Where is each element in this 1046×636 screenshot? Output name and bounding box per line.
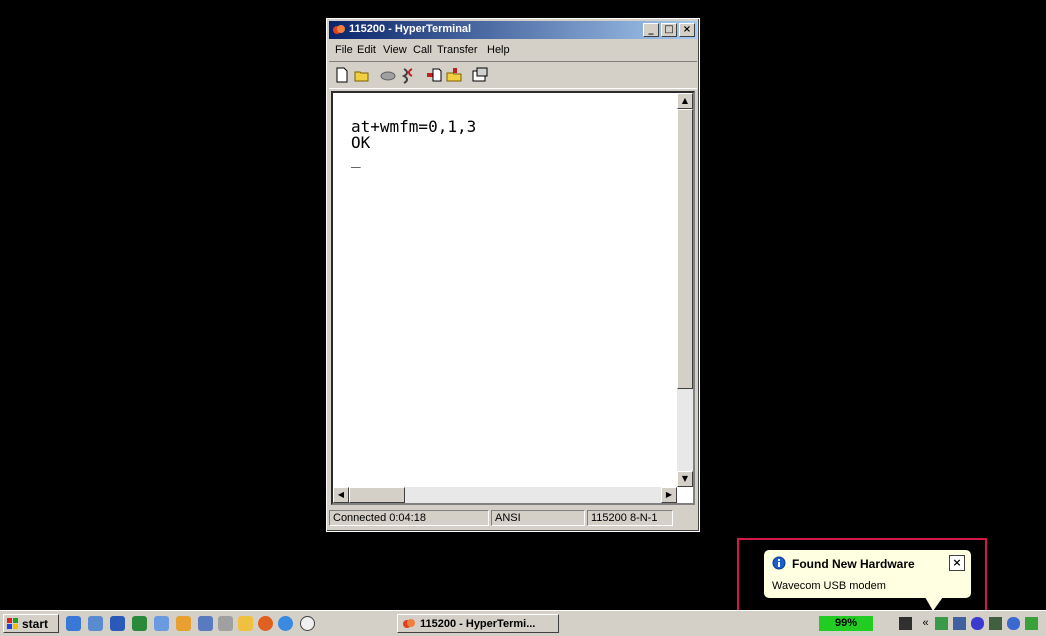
receive-icon[interactable] — [445, 66, 463, 84]
word-icon[interactable] — [110, 616, 125, 631]
excel-icon[interactable] — [132, 616, 147, 631]
taskbar: start 115200 - HyperTermi... 99% « — [0, 610, 1046, 636]
found-new-hardware-balloon[interactable]: Found New Hardware Wavecom USB modem × — [763, 549, 972, 599]
scroll-left-button[interactable]: ◀ — [333, 487, 349, 503]
menu-bar: File Edit View Call Transfer Help — [329, 41, 697, 59]
menu-view[interactable]: View — [383, 44, 407, 56]
horizontal-scroll-thumb[interactable] — [349, 487, 405, 503]
menu-help[interactable]: Help — [487, 44, 510, 56]
folder-icon[interactable] — [238, 616, 253, 631]
internet-explorer-icon[interactable] — [66, 616, 81, 631]
vertical-scrollbar[interactable]: ▲ ▼ — [677, 93, 693, 487]
network-icon[interactable] — [953, 617, 966, 630]
antivirus-icon[interactable] — [1007, 617, 1020, 630]
window-title: 115200 - HyperTerminal — [349, 23, 472, 35]
maximize-button[interactable]: □ — [661, 23, 677, 37]
menu-call[interactable]: Call — [413, 44, 432, 56]
shortcut-icon[interactable] — [218, 616, 233, 631]
menu-file[interactable]: File — [335, 44, 353, 56]
terminal-text: at+wmfm=0,1,3 OK _ — [351, 117, 477, 168]
messenger-icon[interactable] — [198, 616, 213, 631]
battery-indicator[interactable]: 99% — [819, 616, 873, 631]
hyperterminal-task-icon — [403, 619, 415, 628]
balloon-tail — [925, 597, 943, 611]
balloon-close-button[interactable]: × — [949, 555, 965, 571]
task-button-hyperterminal[interactable]: 115200 - HyperTermi... — [397, 614, 559, 633]
scroll-right-button[interactable]: ▶ — [661, 487, 677, 503]
media-player-icon[interactable] — [300, 616, 315, 631]
status-connected: Connected 0:04:18 — [329, 510, 489, 526]
tray-app-icon[interactable] — [1025, 617, 1038, 630]
calendar-icon[interactable] — [176, 616, 191, 631]
status-bar: Connected 0:04:18 ANSI 115200 8-N-1 — [329, 509, 697, 527]
disconnect-icon[interactable] — [399, 66, 417, 84]
system-tray: 99% « — [817, 614, 1046, 633]
bluetooth-icon[interactable] — [971, 617, 984, 630]
outlook-express-icon[interactable] — [154, 616, 169, 631]
terminal-area[interactable]: at+wmfm=0,1,3 OK _ ▲ ▼ ◀ ▶ — [331, 91, 695, 505]
task-button-label: 115200 - HyperTermi... — [420, 618, 536, 630]
scroll-down-button[interactable]: ▼ — [677, 471, 693, 487]
vertical-scroll-thumb[interactable] — [677, 109, 693, 389]
open-folder-icon[interactable] — [353, 66, 371, 84]
new-connection-icon[interactable] — [333, 66, 351, 84]
show-hidden-icons-chevron[interactable]: « — [919, 617, 932, 630]
power-plug-icon[interactable] — [899, 617, 912, 630]
menu-transfer[interactable]: Transfer — [437, 44, 478, 56]
outlook-icon[interactable] — [88, 616, 103, 631]
hardware-icon[interactable] — [935, 617, 948, 630]
windows-flag-icon — [7, 618, 18, 629]
start-label: start — [22, 617, 49, 631]
ie-browser-icon[interactable] — [278, 616, 293, 631]
status-emulation: ANSI — [491, 510, 585, 526]
close-button[interactable]: × — [679, 23, 695, 37]
menu-edit[interactable]: Edit — [357, 44, 376, 56]
minimize-button[interactable]: _ — [643, 23, 659, 37]
call-icon[interactable] — [379, 66, 397, 84]
info-icon — [772, 556, 786, 570]
title-bar[interactable]: 115200 - HyperTerminal _ □ × — [329, 21, 697, 39]
properties-icon[interactable] — [471, 66, 489, 84]
start-button[interactable]: start — [3, 614, 59, 633]
status-port-settings: 115200 8-N-1 — [587, 510, 673, 526]
firefox-icon[interactable] — [258, 616, 273, 631]
horizontal-scrollbar[interactable]: ◀ ▶ — [333, 487, 677, 503]
balloon-message: Wavecom USB modem — [772, 580, 886, 592]
hyperterminal-window: 115200 - HyperTerminal _ □ × File Edit V… — [326, 18, 700, 532]
lan-icon[interactable] — [989, 617, 1002, 630]
balloon-title: Found New Hardware — [792, 557, 915, 571]
hyperterminal-app-icon — [333, 25, 345, 34]
scroll-up-button[interactable]: ▲ — [677, 93, 693, 109]
toolbar — [329, 61, 697, 89]
send-icon[interactable] — [425, 66, 443, 84]
